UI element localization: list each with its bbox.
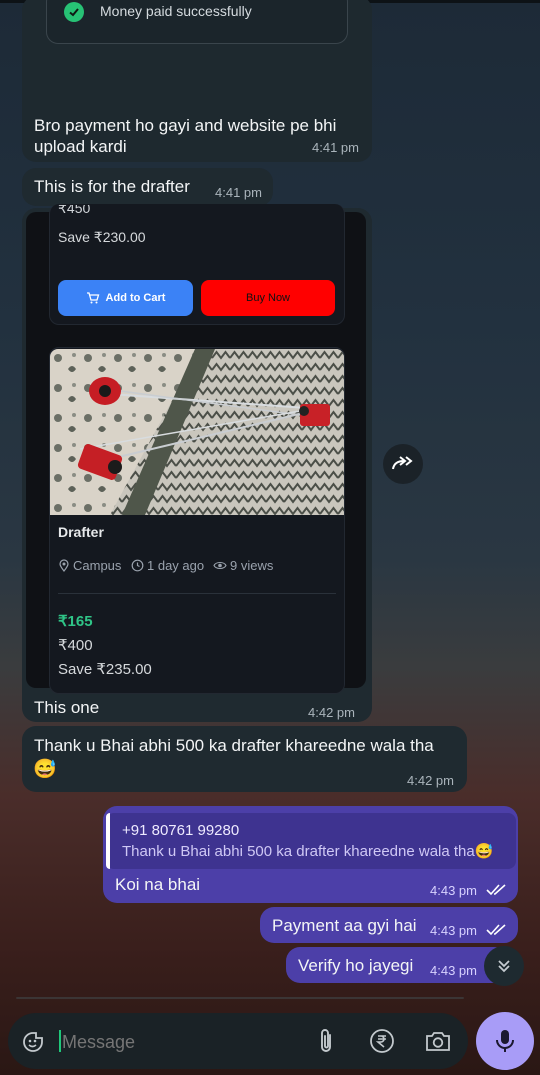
add-to-cart-label: Add to Cart bbox=[105, 292, 166, 304]
clock-icon bbox=[131, 559, 144, 572]
camera-icon bbox=[426, 1032, 450, 1051]
message-time: 4:41 pm bbox=[215, 185, 262, 200]
double-check-icon bbox=[486, 884, 506, 896]
price-partial: ₹450 bbox=[58, 205, 91, 216]
eye-icon bbox=[213, 561, 227, 570]
message-time: 4:43 pm bbox=[430, 923, 477, 938]
add-to-cart-button[interactable]: Add to Cart bbox=[58, 280, 193, 316]
buy-now-button[interactable]: Buy Now bbox=[201, 280, 335, 316]
message-time: 4:42 pm bbox=[308, 705, 355, 720]
camera-button[interactable] bbox=[424, 1027, 452, 1055]
message-time: 4:43 pm bbox=[430, 883, 477, 898]
quote-text: Thank u Bhai abhi 500 ka drafter khareed… bbox=[122, 843, 494, 860]
message-caption: This one bbox=[34, 698, 100, 717]
double-check-icon bbox=[486, 924, 506, 936]
message-bubble-thanks[interactable]: Thank u Bhai abhi 500 ka drafter khareed… bbox=[22, 726, 467, 792]
message-bubble-verify[interactable]: Verify ho jayegi 4:43 pm bbox=[286, 947, 508, 983]
message-time: 4:43 pm bbox=[430, 963, 477, 978]
message-bubble-payment-received[interactable]: Payment aa gyi hai 4:43 pm bbox=[260, 907, 518, 943]
product-title: Drafter bbox=[58, 524, 104, 540]
message-bubble-drafter[interactable]: This is for the drafter 4:41 pm bbox=[22, 168, 273, 206]
message-text: This is for the drafter bbox=[34, 177, 190, 196]
product-price: ₹165 bbox=[58, 613, 93, 630]
cart-icon bbox=[86, 292, 99, 304]
message-time: 4:42 pm bbox=[407, 773, 454, 788]
attach-button[interactable] bbox=[313, 1027, 339, 1055]
save-amount: Save ₹235.00 bbox=[58, 661, 152, 678]
payment-card-text: Money paid successfully bbox=[100, 3, 252, 19]
product-image bbox=[50, 349, 344, 515]
scroll-down-icon bbox=[498, 960, 510, 973]
divider bbox=[58, 593, 336, 594]
product-location: Campus bbox=[58, 558, 121, 573]
message-input[interactable] bbox=[60, 1025, 294, 1059]
original-price: ₹400 bbox=[58, 637, 93, 654]
product-views: 9 views bbox=[213, 558, 273, 573]
quote-bar bbox=[106, 813, 110, 869]
emoji-button[interactable] bbox=[20, 1029, 46, 1055]
message-text: Koi na bhai bbox=[115, 875, 201, 894]
views-label: 9 views bbox=[230, 558, 274, 573]
message-text: Thank u Bhai abhi 500 ka drafter khareed… bbox=[34, 736, 434, 755]
scroll-down-button[interactable] bbox=[484, 946, 524, 986]
message-time: 4:41 pm bbox=[312, 140, 359, 155]
mic-icon bbox=[496, 1030, 514, 1052]
location-label: Campus bbox=[73, 558, 122, 573]
buy-now-label: Buy Now bbox=[245, 292, 291, 304]
quoted-message[interactable]: +91 80761 99280 Thank u Bhai abhi 500 ka… bbox=[106, 813, 516, 869]
emoji-sweat-smile: 😅 bbox=[33, 759, 57, 780]
message-text: Payment aa gyi hai bbox=[272, 916, 417, 935]
voice-message-button[interactable] bbox=[476, 1012, 534, 1070]
message-text: Verify ho jayegi bbox=[298, 956, 414, 975]
check-circle-icon bbox=[64, 2, 84, 22]
rupee-icon bbox=[370, 1029, 394, 1053]
message-bubble-payment[interactable]: Money paid successfully Bro payment ho g… bbox=[22, 0, 372, 162]
location-pin-icon bbox=[59, 559, 69, 572]
forward-icon bbox=[392, 456, 413, 470]
composer-divider bbox=[16, 997, 464, 999]
save-amount: Save ₹230.00 bbox=[58, 229, 146, 245]
forward-button[interactable] bbox=[383, 444, 423, 484]
posted-label: 1 day ago bbox=[147, 558, 205, 573]
product-posted: 1 day ago bbox=[131, 558, 204, 573]
attach-icon bbox=[321, 1029, 331, 1052]
message-composer bbox=[8, 1013, 468, 1069]
quote-author: +91 80761 99280 bbox=[122, 822, 240, 839]
emoji-icon bbox=[23, 1032, 43, 1052]
payment-button[interactable] bbox=[368, 1027, 396, 1055]
